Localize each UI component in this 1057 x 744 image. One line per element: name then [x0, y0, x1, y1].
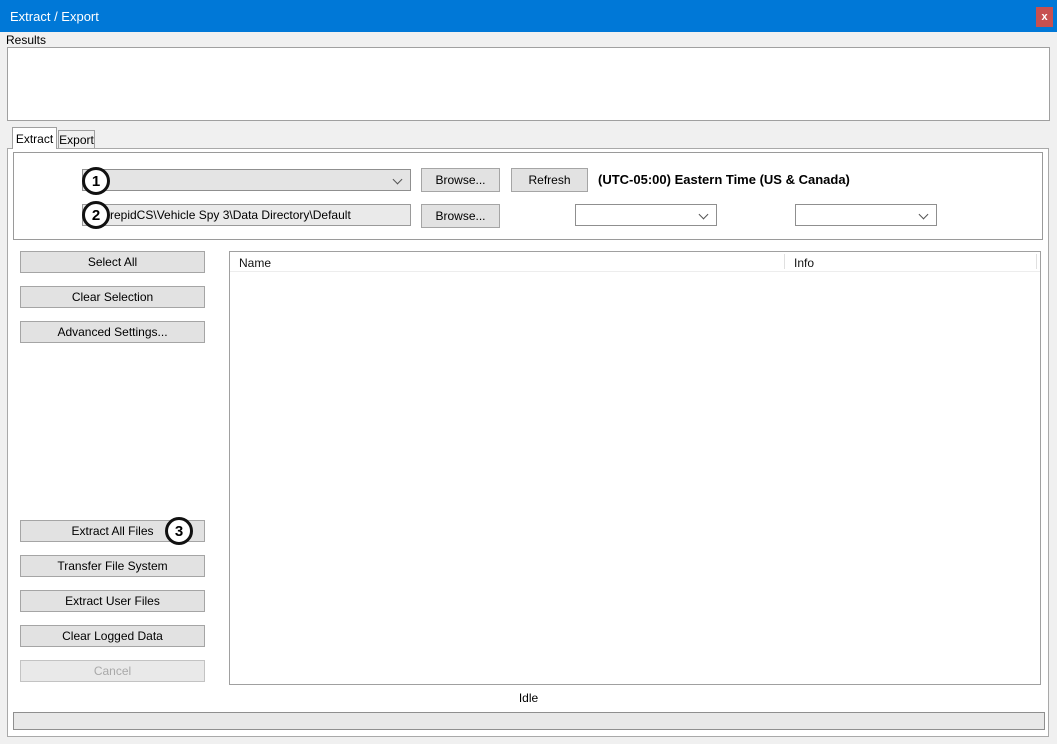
annotation-step-3: 3: [165, 517, 193, 545]
title-bar: Extract / Export: [0, 0, 1057, 32]
clear-logged-data-button[interactable]: Clear Logged Data: [20, 625, 205, 647]
chevron-down-icon: [393, 175, 403, 185]
end-time-combobox[interactable]: [795, 204, 937, 226]
file-list-header: Name Info: [230, 252, 1040, 272]
advanced-settings-button[interactable]: Advanced Settings...: [20, 321, 205, 343]
annotation-step-1: 1: [82, 167, 110, 195]
file-list[interactable]: Name Info: [229, 251, 1041, 685]
tab-export-label: Export: [59, 133, 94, 147]
annotation-step-2: 2: [82, 201, 110, 229]
start-time-combobox[interactable]: [575, 204, 717, 226]
window-title: Extract / Export: [10, 9, 99, 24]
tab-export[interactable]: Export: [58, 130, 95, 148]
close-icon: x: [1041, 11, 1047, 23]
column-header-info[interactable]: Info: [794, 256, 814, 270]
results-label: Results: [6, 33, 46, 47]
start-time-value: [576, 208, 582, 222]
refresh-button[interactable]: Refresh: [511, 168, 588, 192]
column-header-name[interactable]: Name: [239, 256, 271, 270]
results-output-box[interactable]: [7, 47, 1050, 121]
column-divider[interactable]: [1036, 254, 1037, 269]
extract-user-files-button[interactable]: Extract User Files: [20, 590, 205, 612]
cancel-button: Cancel: [20, 660, 205, 682]
clear-selection-button[interactable]: Clear Selection: [20, 286, 205, 308]
select-all-button[interactable]: Select All: [20, 251, 205, 273]
source-output-groupbox: [13, 152, 1043, 240]
source-combobox[interactable]: [82, 169, 411, 191]
chevron-down-icon: [919, 210, 929, 220]
progress-bar: [13, 712, 1045, 730]
extract-export-window: Extract / Export x Results Extract Expor…: [0, 0, 1057, 744]
close-button[interactable]: x: [1036, 7, 1053, 27]
tab-extract[interactable]: Extract: [12, 127, 57, 149]
transfer-file-system-button[interactable]: Transfer File System: [20, 555, 205, 577]
column-divider[interactable]: [784, 254, 785, 269]
end-time-value: [796, 208, 802, 222]
source-browse-button[interactable]: Browse...: [421, 168, 500, 192]
output-path-field[interactable]: repidCS\Vehicle Spy 3\Data Directory\Def…: [82, 204, 411, 226]
output-browse-button[interactable]: Browse...: [421, 204, 500, 228]
status-text: Idle: [0, 691, 1057, 705]
chevron-down-icon: [699, 210, 709, 220]
timezone-text: (UTC-05:00) Eastern Time (US & Canada): [598, 172, 850, 187]
tab-extract-label: Extract: [16, 132, 53, 146]
